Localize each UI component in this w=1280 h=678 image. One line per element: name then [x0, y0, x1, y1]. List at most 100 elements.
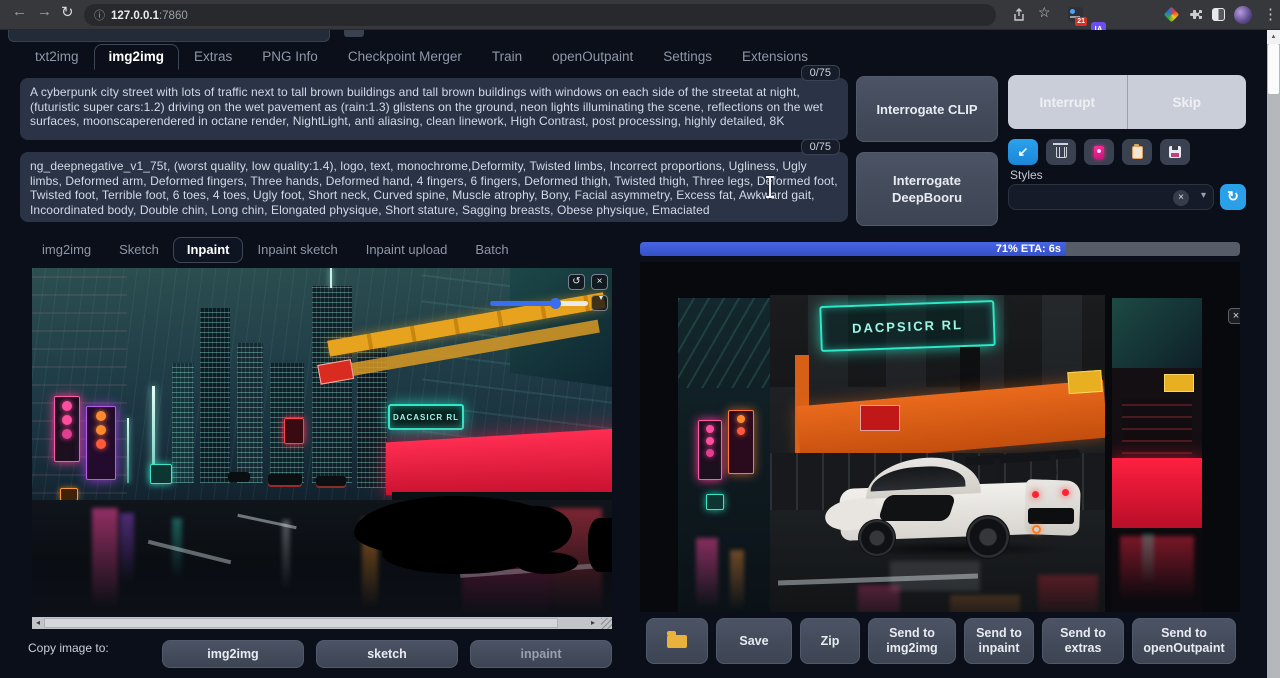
inpaint-canvas[interactable]: DACASICR RL ↺ [32, 268, 612, 616]
gallery-image-main[interactable]: DACPSICR RL [770, 295, 1105, 612]
page-scrollbar[interactable]: ▲ [1267, 30, 1280, 678]
extensions-puzzle-icon[interactable] [1188, 7, 1204, 23]
resize-grip[interactable] [601, 618, 612, 629]
neon-sign-pink [698, 420, 722, 480]
gallery-image-left[interactable] [678, 298, 770, 612]
neon-sign-teal-small [150, 464, 172, 484]
scroll-left-icon[interactable]: ◂ [32, 617, 44, 629]
back-icon[interactable]: ← [12, 3, 27, 20]
tab-extras[interactable]: Extras [179, 44, 247, 70]
neon-dot [706, 449, 714, 457]
building [200, 308, 230, 483]
negative-prompt-input[interactable]: ng_deepnegative_v1_75t, (worst quality, … [20, 152, 848, 222]
share-icon[interactable] [1011, 7, 1027, 23]
img2img-subtabbar: img2img Sketch Inpaint Inpaint sketch In… [28, 237, 523, 263]
tab-openoutpaint[interactable]: openOutpaint [537, 44, 648, 70]
clear-styles-icon[interactable]: × [1173, 190, 1189, 206]
scrolled-element-remnant [8, 30, 330, 42]
address-bar[interactable]: ⓘ 127.0.0.1:7860 [84, 4, 996, 26]
main-tabbar: txt2img img2img Extras PNG Info Checkpoi… [20, 44, 823, 70]
neon-sign-teal-small [706, 494, 724, 510]
scrollbar-thumb[interactable] [1268, 44, 1279, 94]
save-button[interactable]: Save [716, 618, 792, 664]
dark-facade [1122, 398, 1192, 454]
zip-button[interactable]: Zip [800, 618, 860, 664]
send-to-openoutpaint-button[interactable]: Send to openOutpaint [1132, 618, 1236, 664]
tab-png-info[interactable]: PNG Info [247, 44, 333, 70]
exhaust-glow [1032, 525, 1041, 534]
reflection [696, 538, 718, 608]
site-info-icon[interactable]: ⓘ [94, 7, 105, 23]
brush-button[interactable] [591, 295, 608, 311]
copy-to-img2img-button[interactable]: img2img [162, 640, 304, 668]
tab-train[interactable]: Train [477, 44, 537, 70]
reflection [730, 550, 744, 610]
styles-dropdown[interactable]: × ▾ [1008, 184, 1214, 210]
colorful-diamond-icon[interactable] [1164, 7, 1180, 23]
reflection [120, 513, 134, 583]
subtab-inpaint-upload[interactable]: Inpaint upload [352, 237, 462, 263]
undo-button[interactable]: ↺ [568, 274, 585, 290]
forward-icon[interactable]: → [37, 3, 52, 20]
apply-style-button[interactable] [1122, 139, 1152, 165]
clear-image-button[interactable]: × [591, 274, 608, 290]
car-wheel-rear [966, 515, 1010, 559]
reflection [950, 595, 1020, 612]
neon-dot [62, 401, 72, 411]
bookmark-star-icon[interactable]: ☆ [1038, 4, 1051, 21]
skip-button[interactable]: Skip [1127, 75, 1247, 129]
extra-networks-button[interactable] [1084, 139, 1114, 165]
open-folder-button[interactable] [646, 618, 708, 664]
clear-prompt-button[interactable] [1046, 139, 1076, 165]
prompt-token-counter: 0/75 [801, 65, 840, 81]
refresh-styles-button[interactable]: ↻ [1220, 184, 1246, 210]
neon-dot [96, 439, 106, 449]
reload-icon[interactable]: ↻ [61, 3, 74, 21]
subtab-img2img[interactable]: img2img [28, 237, 105, 263]
subtab-batch[interactable]: Batch [461, 237, 522, 263]
copy-to-sketch-button[interactable]: sketch [316, 640, 458, 668]
paste-params-button[interactable]: ↙ [1008, 139, 1038, 165]
scroll-right-icon[interactable]: ▸ [587, 617, 599, 629]
yellow-sign [1067, 370, 1102, 394]
extension-badge21-icon[interactable]: 21 [1068, 7, 1083, 22]
canvas-neon-sign: DACASICR RL [388, 404, 464, 430]
interrupt-button[interactable]: Interrupt [1008, 75, 1127, 129]
copy-image-to-label: Copy image to: [28, 641, 109, 655]
subtab-sketch[interactable]: Sketch [105, 237, 173, 263]
save-style-button[interactable] [1160, 139, 1190, 165]
close-preview-button[interactable]: × [1228, 308, 1240, 324]
send-to-extras-button[interactable]: Send to extras [1042, 618, 1124, 664]
card-icon [1094, 146, 1104, 159]
subtab-inpaint[interactable]: Inpaint [173, 237, 244, 263]
profile-avatar[interactable] [1234, 6, 1252, 24]
neon-dot [706, 425, 714, 433]
tab-settings[interactable]: Settings [648, 44, 727, 70]
neon-dot [737, 415, 745, 423]
reflection [92, 508, 118, 608]
send-to-img2img-button[interactable]: Send to img2img [868, 618, 956, 664]
send-to-inpaint-button[interactable]: Send to inpaint [964, 618, 1034, 664]
brush-size-slider[interactable] [490, 301, 588, 306]
tab-checkpoint-merger[interactable]: Checkpoint Merger [333, 44, 477, 70]
inpaint-mask-blob [588, 518, 612, 572]
interrogate-clip-button[interactable]: Interrogate CLIP [856, 76, 998, 142]
subtab-inpaint-sketch[interactable]: Inpaint sketch [243, 237, 351, 263]
browser-menu-icon[interactable]: ⋮ [1263, 5, 1278, 23]
gallery-image-right[interactable] [1112, 298, 1202, 612]
prompt-input[interactable]: A cyberpunk city street with lots of tra… [20, 78, 848, 140]
canvas-scrollbar[interactable]: ◂ ▸ [32, 617, 612, 629]
interrogate-deepbooru-button[interactable]: Interrogate DeepBooru [856, 152, 998, 226]
copy-to-inpaint-button[interactable]: inpaint [470, 640, 612, 668]
preview-gallery[interactable]: DACPSICR RL [640, 262, 1240, 612]
scrollbar-up-icon[interactable]: ▲ [1267, 30, 1280, 44]
reading-mode-icon[interactable] [1212, 8, 1225, 21]
neon-sign-orange [728, 410, 754, 474]
progress-bar: 71% ETA: 6s [640, 242, 1240, 256]
chevron-down-icon[interactable]: ▾ [1201, 190, 1206, 201]
brush-size-thumb[interactable] [550, 298, 561, 309]
clipboard-icon [1132, 146, 1143, 159]
tab-txt2img[interactable]: txt2img [20, 44, 94, 70]
canvas-scrollbar-thumb[interactable] [44, 618, 558, 628]
tab-img2img[interactable]: img2img [94, 44, 180, 70]
